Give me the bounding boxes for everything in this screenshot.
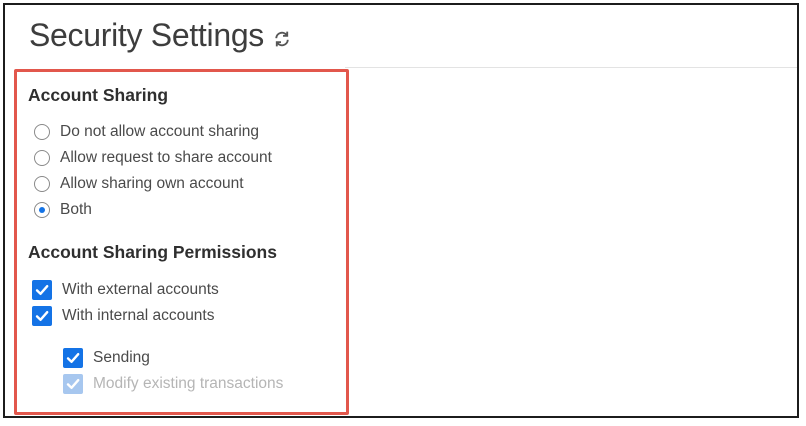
radio-allow-own[interactable]: Allow sharing own account [34,175,244,193]
checkbox-label: Sending [93,349,150,366]
permissions-heading: Account Sharing Permissions [28,242,277,262]
header-divider [345,67,797,68]
checkbox-sending[interactable]: Sending [63,348,150,368]
radio-label: Do not allow account sharing [60,123,260,140]
checkbox-checked-icon[interactable] [32,306,52,326]
checkbox-internal-accounts[interactable]: With internal accounts [32,306,215,326]
radio-unchecked-icon[interactable] [34,150,50,166]
page-title: Security Settings [29,17,265,53]
radio-label: Allow request to share account [60,149,272,166]
checkbox-label: With external accounts [62,281,219,298]
settings-panel: Security Settings Account Sharing Do not… [3,3,799,418]
checkbox-label: Modify existing transactions [93,375,284,392]
checkbox-disabled-icon [63,374,83,394]
checkbox-modify-transactions: Modify existing transactions [63,374,283,394]
radio-unchecked-icon[interactable] [34,176,50,192]
checkbox-checked-icon[interactable] [63,348,83,368]
radio-unchecked-icon[interactable] [34,124,50,140]
title-row: Security Settings [29,17,292,54]
account-sharing-heading: Account Sharing [28,85,169,105]
radio-do-not-allow[interactable]: Do not allow account sharing [34,123,259,141]
checkbox-external-accounts[interactable]: With external accounts [32,280,219,300]
checkbox-label: With internal accounts [62,307,215,324]
radio-label: Both [60,201,92,218]
radio-allow-request[interactable]: Allow request to share account [34,149,272,167]
checkbox-checked-icon[interactable] [32,280,52,300]
radio-label: Allow sharing own account [60,175,244,192]
radio-checked-icon[interactable] [34,202,50,218]
refresh-icon[interactable] [272,29,292,49]
radio-both[interactable]: Both [34,201,92,219]
